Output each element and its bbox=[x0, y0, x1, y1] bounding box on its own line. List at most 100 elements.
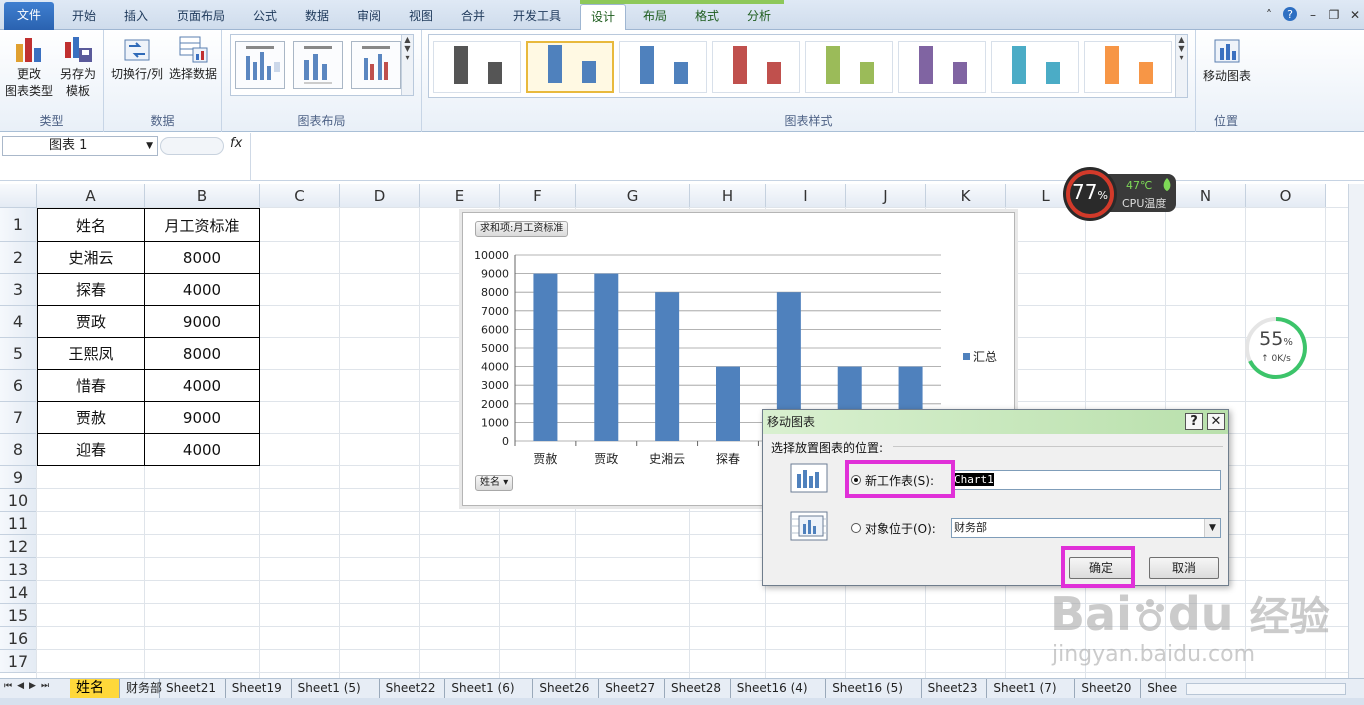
row-header-12[interactable]: 12 bbox=[0, 535, 37, 558]
horizontal-scrollbar[interactable] bbox=[1186, 683, 1346, 695]
row-header-11[interactable]: 11 bbox=[0, 512, 37, 535]
move-chart-button[interactable]: 移动图表 bbox=[1198, 36, 1256, 85]
column-header-I[interactable]: I bbox=[766, 184, 846, 208]
tab-insert[interactable]: 插入 bbox=[112, 4, 160, 30]
column-header-H[interactable]: H bbox=[690, 184, 766, 208]
tab-developer[interactable]: 开发工具 bbox=[502, 4, 572, 30]
column-header-B[interactable]: B bbox=[145, 184, 260, 208]
change-chart-type-button[interactable]: 更改 图表类型 bbox=[4, 34, 54, 100]
sheet-tab[interactable]: Sheet1 (6) bbox=[445, 679, 534, 698]
tab-merge[interactable]: 合并 bbox=[450, 4, 496, 30]
sheet-tab[interactable]: Sheet1 (7) bbox=[987, 679, 1076, 698]
column-header-N[interactable]: N bbox=[1166, 184, 1246, 208]
dialog-help-button[interactable]: ? bbox=[1185, 413, 1203, 430]
sheet-nav-arrows-icon[interactable]: ⏮◀▶⏭ bbox=[4, 681, 54, 691]
table-cell[interactable]: 贾赦 bbox=[37, 402, 145, 434]
sheet-tab[interactable]: Sheet23 bbox=[922, 679, 988, 698]
column-header-F[interactable]: F bbox=[500, 184, 576, 208]
sheet-tab[interactable]: Sheet21 bbox=[160, 679, 226, 698]
row-header-15[interactable]: 15 bbox=[0, 604, 37, 627]
chart-style-2[interactable] bbox=[526, 41, 614, 93]
table-cell[interactable]: 4000 bbox=[145, 370, 260, 402]
column-header-K[interactable]: K bbox=[926, 184, 1006, 208]
chart-style-7[interactable] bbox=[991, 41, 1079, 93]
select-all-corner[interactable] bbox=[0, 184, 37, 208]
restore-icon[interactable]: ❐ bbox=[1325, 6, 1343, 24]
insert-function-button[interactable]: fx bbox=[230, 136, 242, 151]
save-as-template-button[interactable]: 另存为 模板 bbox=[54, 34, 102, 100]
tab-analyze[interactable]: 分析 bbox=[736, 4, 782, 30]
chart-style-3[interactable] bbox=[619, 41, 707, 93]
column-header-J[interactable]: J bbox=[846, 184, 926, 208]
table-cell[interactable]: 贾政 bbox=[37, 306, 145, 338]
sheet-tab[interactable]: Sheet27 bbox=[599, 679, 665, 698]
table-cell[interactable]: 王熙凤 bbox=[37, 338, 145, 370]
sheet-tab[interactable]: Sheet22 bbox=[380, 679, 446, 698]
column-header-O[interactable]: O bbox=[1246, 184, 1326, 208]
sheet-tab[interactable]: 姓名 bbox=[70, 679, 120, 698]
close-icon[interactable]: ✕ bbox=[1346, 6, 1364, 24]
layout-gallery-scroll[interactable]: ▲ ▼ ▾ bbox=[401, 35, 413, 95]
tab-formulas[interactable]: 公式 bbox=[242, 4, 288, 30]
formula-input[interactable] bbox=[250, 133, 1350, 181]
sheet-tab[interactable]: Sheet16 (4) bbox=[731, 679, 827, 698]
chart-style-4[interactable] bbox=[712, 41, 800, 93]
vertical-scrollbar[interactable] bbox=[1348, 184, 1364, 678]
help-icon[interactable]: ? bbox=[1281, 6, 1299, 24]
axis-field-button[interactable]: 姓名 ▾ bbox=[475, 475, 514, 491]
chart-style-5[interactable] bbox=[805, 41, 893, 93]
row-header-14[interactable]: 14 bbox=[0, 581, 37, 604]
row-header-5[interactable]: 5 bbox=[0, 338, 37, 370]
select-data-button[interactable]: 选择数据 bbox=[166, 34, 220, 83]
new-sheet-name-input[interactable]: Chart1 bbox=[951, 470, 1221, 490]
object-in-select[interactable]: 财务部 ▼ bbox=[951, 518, 1221, 538]
chart-style-6[interactable] bbox=[898, 41, 986, 93]
tab-layout[interactable]: 布局 bbox=[632, 4, 678, 30]
tab-file[interactable]: 文件 bbox=[4, 2, 54, 30]
tab-view[interactable]: 视图 bbox=[398, 4, 444, 30]
column-header-A[interactable]: A bbox=[37, 184, 145, 208]
chart-layout-3[interactable] bbox=[351, 41, 401, 89]
row-header-13[interactable]: 13 bbox=[0, 558, 37, 581]
table-cell[interactable]: 4000 bbox=[145, 274, 260, 306]
chart-style-8[interactable] bbox=[1084, 41, 1172, 93]
table-cell[interactable]: 9000 bbox=[145, 402, 260, 434]
tab-data[interactable]: 数据 bbox=[294, 4, 340, 30]
table-cell[interactable]: 4000 bbox=[145, 434, 260, 466]
column-header-E[interactable]: E bbox=[420, 184, 500, 208]
object-in-dropdown-icon[interactable]: ▼ bbox=[1204, 519, 1220, 537]
sheet-tab[interactable]: Sheet1 (5) bbox=[292, 679, 380, 698]
row-header-8[interactable]: 8 bbox=[0, 434, 37, 466]
tab-review[interactable]: 审阅 bbox=[346, 4, 392, 30]
row-header-1[interactable]: 1 bbox=[0, 208, 37, 242]
object-in-radio[interactable] bbox=[851, 523, 861, 533]
row-header-3[interactable]: 3 bbox=[0, 274, 37, 306]
row-header-6[interactable]: 6 bbox=[0, 370, 37, 402]
table-header-cell[interactable]: 月工资标准 bbox=[145, 208, 260, 242]
table-cell[interactable]: 惜春 bbox=[37, 370, 145, 402]
tab-page-layout[interactable]: 页面布局 bbox=[168, 4, 234, 30]
sheet-tab[interactable]: Shee bbox=[1141, 679, 1180, 698]
row-header-10[interactable]: 10 bbox=[0, 489, 37, 512]
name-box[interactable]: 图表 1 ▼ bbox=[2, 136, 158, 156]
table-header-cell[interactable]: 姓名 bbox=[37, 208, 145, 242]
collapse-ribbon-icon[interactable]: ˄ bbox=[1260, 6, 1278, 24]
table-cell[interactable]: 迎春 bbox=[37, 434, 145, 466]
sheet-tab[interactable]: Sheet26 bbox=[533, 679, 600, 698]
sheet-tab[interactable]: Sheet28 bbox=[665, 679, 731, 698]
table-cell[interactable]: 史湘云 bbox=[37, 242, 145, 274]
name-box-dropdown-icon[interactable]: ▼ bbox=[146, 137, 153, 155]
tab-format[interactable]: 格式 bbox=[684, 4, 730, 30]
row-header-17[interactable]: 17 bbox=[0, 650, 37, 673]
column-header-C[interactable]: C bbox=[260, 184, 340, 208]
sheet-tab[interactable]: Sheet16 (5) bbox=[826, 679, 922, 698]
table-cell[interactable]: 8000 bbox=[145, 338, 260, 370]
style-gallery-scroll[interactable]: ▲ ▼ ▾ bbox=[1175, 35, 1187, 97]
chart-layout-2[interactable] bbox=[293, 41, 343, 89]
column-header-D[interactable]: D bbox=[340, 184, 420, 208]
table-cell[interactable]: 9000 bbox=[145, 306, 260, 338]
sheet-tab[interactable]: Sheet19 bbox=[226, 679, 292, 698]
row-header-9[interactable]: 9 bbox=[0, 466, 37, 489]
tab-design[interactable]: 设计 bbox=[580, 4, 626, 30]
row-header-16[interactable]: 16 bbox=[0, 627, 37, 650]
